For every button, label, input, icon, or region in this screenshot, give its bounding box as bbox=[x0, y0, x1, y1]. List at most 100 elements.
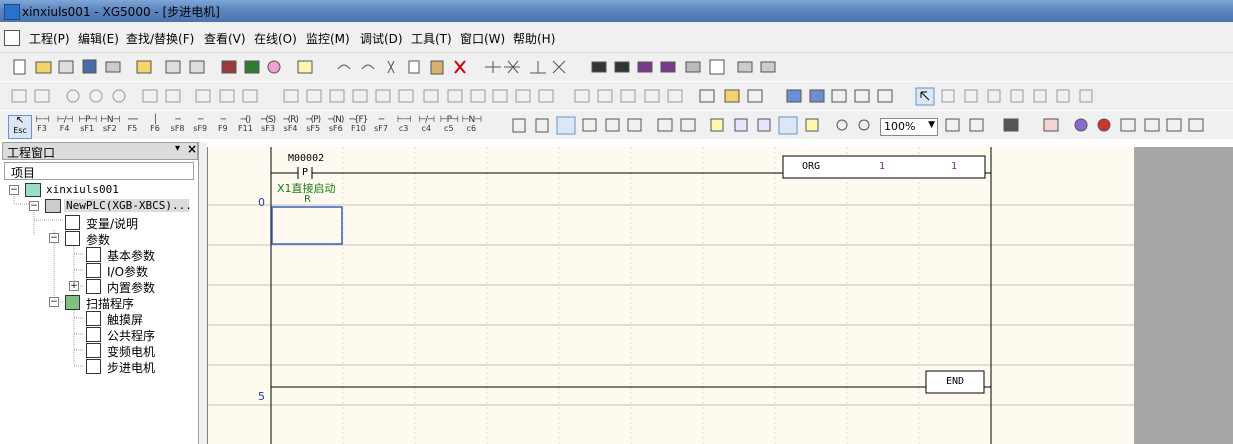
fkey-button-f9[interactable]: ─ F9 bbox=[212, 115, 234, 137]
instr-name[interactable]: ORG bbox=[802, 161, 820, 172]
view-label-icon bbox=[605, 118, 620, 132]
tree-collapse-project[interactable]: − bbox=[9, 185, 19, 195]
menu-monitor[interactable]: 监控(M) bbox=[306, 30, 350, 47]
menu-tools[interactable]: 工具(T) bbox=[411, 30, 452, 47]
register-icon bbox=[1003, 118, 1019, 132]
online-edit-icon bbox=[219, 89, 235, 103]
fkey-button-sf2[interactable]: ⊢N⊣ sF2 bbox=[99, 115, 121, 137]
fkey-label: F11 bbox=[238, 124, 253, 133]
tree-item-io-params[interactable]: I/O参数 bbox=[107, 263, 148, 280]
zoom-fit-icon bbox=[657, 118, 673, 132]
view-d5-icon bbox=[805, 118, 819, 132]
step-over-icon bbox=[597, 89, 613, 103]
tree-expand-builtin[interactable]: + bbox=[69, 281, 79, 291]
write-online-icon bbox=[195, 89, 211, 103]
fkey-button-sf8[interactable]: ─ sF8 bbox=[167, 115, 189, 137]
monitor-start-icon bbox=[283, 89, 299, 103]
monitor-stop-icon bbox=[306, 89, 322, 103]
esc-key-button[interactable]: ↖ Esc bbox=[8, 115, 32, 139]
fkey-button-f10[interactable]: ─{F} F10 bbox=[347, 115, 369, 137]
fkey-button-c3[interactable]: ⊢⊣ c3 bbox=[393, 115, 415, 137]
zoom-value: 100% bbox=[884, 120, 916, 133]
diagnose-icon bbox=[515, 89, 531, 103]
tree-item-builtin-params[interactable]: 内置参数 bbox=[107, 279, 155, 296]
fkey-label: F10 bbox=[351, 124, 366, 133]
fkey-button-c6[interactable]: ⊢N⊣ c6 bbox=[460, 115, 482, 137]
fkey-button-f3[interactable]: ⊢⊣ F3 bbox=[31, 115, 53, 137]
fkey-label: F9 bbox=[217, 124, 228, 133]
menu-project[interactable]: 工程(P) bbox=[29, 30, 70, 47]
menu-view[interactable]: 查看(V) bbox=[204, 30, 246, 47]
reset-icon bbox=[142, 89, 158, 103]
fkey-button-sf1[interactable]: ⊢P⊣ sF1 bbox=[76, 115, 98, 137]
tree-item-stepper[interactable]: 步进电机 bbox=[107, 359, 155, 376]
fkey-button-f5[interactable]: ── F5 bbox=[121, 115, 143, 137]
project-panel: 工程窗口 ▾ × 项目 − xinxiuls001 − NewPLC(XGB-X… bbox=[0, 142, 199, 444]
menu-debug[interactable]: 调试(D) bbox=[360, 30, 403, 47]
redo-icon bbox=[361, 64, 375, 70]
tree-item-basic-params[interactable]: 基本参数 bbox=[107, 247, 155, 264]
build-icon bbox=[1144, 118, 1160, 132]
fkey-button-sf4[interactable]: ─(R) sF4 bbox=[280, 115, 302, 137]
fkey-button-sf3[interactable]: ─(S) sF3 bbox=[257, 115, 279, 137]
fkey-label: F6 bbox=[150, 124, 160, 133]
fkey-label: c5 bbox=[444, 124, 454, 133]
end-instr[interactable]: END bbox=[946, 376, 964, 387]
view-d4-icon bbox=[778, 116, 798, 135]
rebuild-icon bbox=[1188, 118, 1204, 132]
instr-arg1[interactable]: 1 bbox=[879, 161, 885, 172]
ladder-editor[interactable]: M00002 P X1直接启动 R ORG 1 1 END 0 5 bbox=[207, 147, 1135, 444]
fkey-button-f11[interactable]: ─() F11 bbox=[234, 115, 256, 137]
fkey-button-sf6[interactable]: ─(N) sF6 bbox=[325, 115, 347, 137]
fkey-button-sf5[interactable]: ─(P) sF5 bbox=[302, 115, 324, 137]
params-icon bbox=[65, 231, 80, 246]
find-icon bbox=[591, 61, 607, 73]
menu-help[interactable]: 帮助(H) bbox=[513, 30, 555, 47]
instr-arg2[interactable]: 1 bbox=[951, 161, 957, 172]
online-settings-icon bbox=[189, 60, 205, 74]
fkey-button-f4[interactable]: ⊢/⊣ F4 bbox=[54, 115, 76, 137]
tree-item-params[interactable]: 参数 bbox=[86, 231, 110, 248]
compile-icon bbox=[1120, 118, 1136, 132]
tree-collapse-params[interactable]: − bbox=[49, 233, 59, 243]
tree-item-project[interactable]: xinxiuls001 bbox=[46, 183, 119, 196]
tree-item-variables[interactable]: 变量/说明 bbox=[86, 215, 138, 232]
menu-find-replace[interactable]: 查找/替换(F) bbox=[126, 30, 194, 47]
fkey-button-f6[interactable]: │ F6 bbox=[144, 115, 166, 137]
connect-icon bbox=[165, 60, 181, 74]
history-icon bbox=[538, 89, 554, 103]
menu-edit[interactable]: 编辑(E) bbox=[78, 30, 119, 47]
menu-online[interactable]: 在线(O) bbox=[254, 30, 297, 47]
fkey-button-sf9[interactable]: ─ sF9 bbox=[189, 115, 211, 137]
tree-item-scan[interactable]: 扫描程序 bbox=[86, 295, 134, 312]
view-function-icon bbox=[627, 118, 642, 132]
fkey-label: sF6 bbox=[328, 124, 343, 133]
doc-icon[interactable] bbox=[4, 30, 20, 46]
panel-splitter[interactable] bbox=[199, 142, 207, 444]
device-monitor-icon bbox=[329, 89, 345, 103]
ladder-f3-icon bbox=[941, 89, 955, 103]
program-icon bbox=[86, 327, 101, 342]
ladder-f6-icon bbox=[1010, 89, 1024, 103]
tree-item-touch[interactable]: 触摸屏 bbox=[107, 311, 143, 328]
contact-address[interactable]: M00002 bbox=[288, 153, 324, 164]
view-cross-icon bbox=[680, 118, 696, 132]
tree-item-vfd[interactable]: 变频电机 bbox=[107, 343, 155, 360]
fkey-button-c5[interactable]: ⊢P⊣ c5 bbox=[438, 115, 460, 137]
tree-item-plc[interactable]: NewPLC(XGB-XBCS)... bbox=[64, 199, 192, 212]
menu-window[interactable]: 窗口(W) bbox=[460, 30, 505, 47]
tree-collapse-plc[interactable]: − bbox=[29, 201, 39, 211]
cursor-cell bbox=[271, 206, 343, 245]
breakpoint-icon bbox=[574, 89, 590, 103]
fkey-label: c4 bbox=[421, 124, 431, 133]
comment-icon bbox=[297, 60, 313, 74]
tree-collapse-scan[interactable]: − bbox=[49, 297, 59, 307]
compare-icon bbox=[267, 60, 281, 74]
fkey-button-sf7[interactable]: ─ sF7 bbox=[370, 115, 392, 137]
tree-item-common[interactable]: 公共程序 bbox=[107, 327, 155, 344]
stop-icon bbox=[89, 89, 103, 103]
zoom-dropdown[interactable]: 100% ▼ bbox=[880, 118, 938, 136]
fkey-button-c4[interactable]: ⊢/⊣ c4 bbox=[415, 115, 437, 137]
project-icon bbox=[25, 183, 41, 197]
toolbar-online-icons bbox=[11, 87, 1093, 106]
